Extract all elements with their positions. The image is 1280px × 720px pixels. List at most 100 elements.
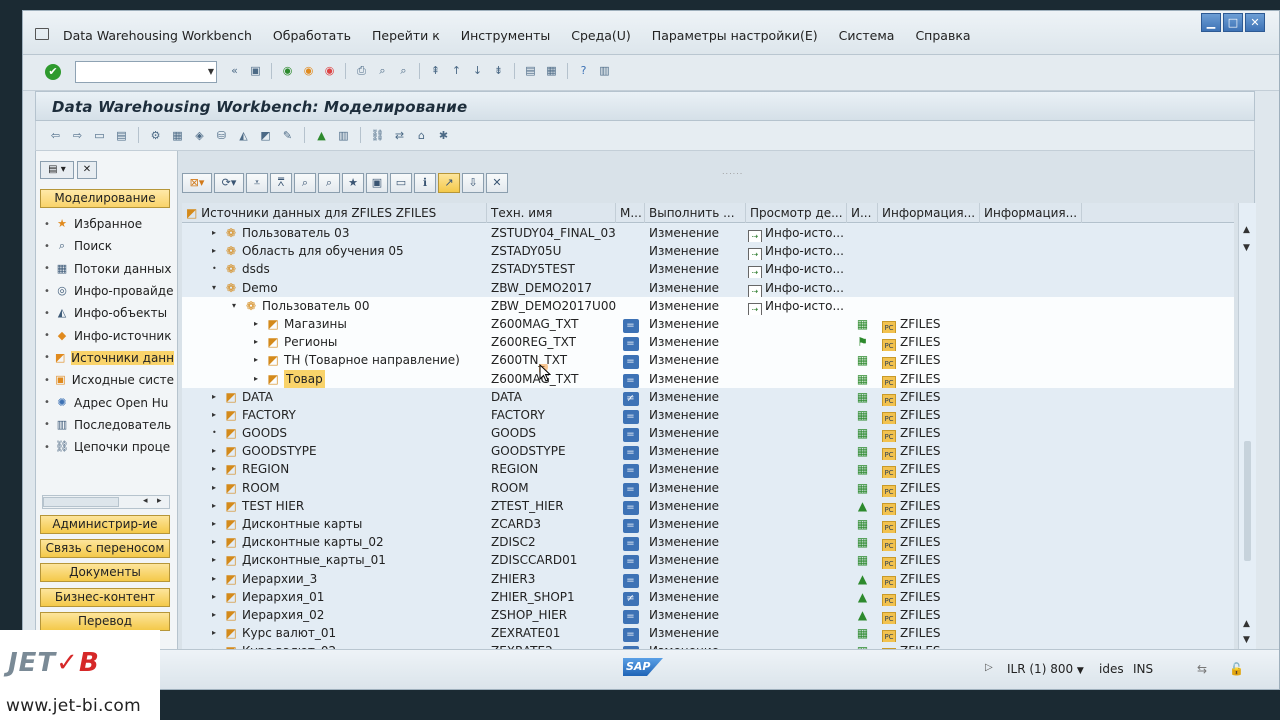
menu-item[interactable]: Система bbox=[839, 28, 895, 43]
active-version-icon[interactable]: = bbox=[622, 355, 639, 370]
window-icon[interactable]: ▭ bbox=[90, 127, 109, 145]
status-layout-icon[interactable]: ⇆ bbox=[1197, 662, 1207, 676]
menu-item[interactable]: Инструменты bbox=[461, 28, 550, 43]
active-version-icon[interactable]: = bbox=[622, 573, 639, 588]
expand-toggle-icon[interactable]: ▸ bbox=[212, 624, 216, 642]
collapse-icon[interactable]: « bbox=[225, 62, 244, 80]
tree-node-cell[interactable]: ▸ ❁ Пользователь 03 bbox=[182, 224, 487, 242]
wizard-icon[interactable]: ✎ bbox=[278, 127, 297, 145]
left-panel-button[interactable]: Документы bbox=[40, 563, 170, 583]
display-data-cell[interactable] bbox=[746, 551, 847, 569]
vertical-scrollbar[interactable]: ▲ ▼ ▲ ▼ bbox=[1238, 203, 1256, 651]
execute-action[interactable]: Изменение bbox=[645, 460, 746, 478]
active-version-icon[interactable]: = bbox=[622, 500, 639, 515]
find-button[interactable]: ⌕ bbox=[294, 173, 316, 193]
table-row[interactable]: ▸ ◩ Товар Z600MAG_TXT = Изменение ▦ PC ZFILES bbox=[182, 369, 1234, 388]
table-row[interactable]: ▸ ◩ Дисконтные_карты_01 ZDISCCARD01 = Изменен… bbox=[182, 551, 1234, 570]
new-session-icon[interactable]: ▤ bbox=[521, 62, 540, 80]
tree-node-cell[interactable]: ▸ ◩ Магазины bbox=[182, 315, 487, 333]
column-header[interactable]: М... bbox=[616, 203, 645, 223]
left-panel-button[interactable]: Перевод bbox=[40, 611, 170, 631]
display-data-cell[interactable] bbox=[746, 370, 847, 388]
table-row[interactable]: ▸ ◩ Регионы Z600REG_TXT = Изменение ⚑ PC ZFILES bbox=[182, 333, 1234, 352]
display-button[interactable]: ▣ bbox=[366, 173, 388, 193]
display-data-cell[interactable] bbox=[746, 424, 847, 442]
table-row[interactable]: ▸ ◩ ТН (Товарное направление) Z600TN_TXT = Из… bbox=[182, 351, 1234, 370]
find-next-button[interactable]: ⌕ bbox=[318, 173, 340, 193]
vertical-scroll-thumb[interactable] bbox=[1244, 441, 1251, 561]
settings-icon[interactable]: ✱ bbox=[434, 127, 453, 145]
execute-action[interactable]: Изменение bbox=[645, 388, 746, 406]
table-row[interactable]: ▸ ◩ Магазины Z600MAG_TXT = Изменение ▦ PC ZFILES bbox=[182, 314, 1234, 334]
info-button[interactable]: ℹ bbox=[414, 173, 436, 193]
nav-item[interactable]: • ⌕ Поиск bbox=[44, 235, 174, 257]
execute-action[interactable]: Изменение bbox=[645, 570, 746, 588]
nav-item[interactable]: • ◆ Инфо-источник bbox=[44, 324, 174, 346]
infoprovider-icon[interactable]: ▦ bbox=[168, 127, 187, 145]
nav-item[interactable]: • ★ Избранное bbox=[44, 213, 174, 235]
tree-node-cell[interactable]: ▸ ◩ ТН (Товарное направление) bbox=[182, 351, 487, 369]
forward-arrow-icon[interactable]: ⇨ bbox=[68, 127, 87, 145]
tree-node-cell[interactable]: ▸ ◩ Дисконтные_карты_01 bbox=[182, 551, 487, 569]
command-dropdown-icon[interactable]: ▼ bbox=[208, 67, 214, 76]
execute-action[interactable]: Изменение bbox=[645, 606, 746, 624]
tree-node-cell[interactable]: ▸ ◩ ROOM bbox=[182, 479, 487, 497]
save-icon[interactable]: ▣ bbox=[246, 62, 265, 80]
expand-toggle-icon[interactable]: ▸ bbox=[212, 442, 216, 460]
expand-toggle-icon[interactable]: ▸ bbox=[254, 333, 258, 351]
execute-action[interactable]: Изменение bbox=[645, 370, 746, 388]
execute-action[interactable]: Изменение bbox=[645, 351, 746, 369]
menu-item[interactable]: Обработать bbox=[273, 28, 351, 43]
tree-node-cell[interactable]: ▸ ◩ Дисконтные карты bbox=[182, 515, 487, 533]
tree-node-cell[interactable]: ▸ ◩ Иерархия_02 bbox=[182, 606, 487, 624]
previous-page-icon[interactable]: ↑ bbox=[447, 62, 466, 80]
execute-action[interactable]: Изменение bbox=[645, 479, 746, 497]
tree-node-cell[interactable]: ▸ ◩ Регионы bbox=[182, 333, 487, 351]
tree-node-cell[interactable]: ▸ ◩ Курс валют_01 bbox=[182, 624, 487, 642]
expand-toggle-icon[interactable]: ▸ bbox=[212, 224, 216, 242]
back-icon[interactable]: ◉ bbox=[278, 62, 297, 80]
active-version-icon[interactable]: = bbox=[622, 446, 639, 461]
display-data-cell[interactable] bbox=[746, 588, 847, 606]
cancel-icon[interactable]: ◉ bbox=[320, 62, 339, 80]
scroll-down-icon[interactable]: ▼ bbox=[1243, 243, 1250, 253]
active-version-icon[interactable]: = bbox=[622, 555, 639, 570]
expand-toggle-icon[interactable]: • bbox=[212, 424, 217, 442]
favorites-button[interactable]: ★ bbox=[342, 173, 364, 193]
nav-item[interactable]: • ▦ Потоки данных bbox=[44, 258, 174, 280]
nav-item[interactable]: • ◭ Инфо-объекты bbox=[44, 302, 174, 324]
column-header[interactable]: Техн. имя bbox=[487, 203, 616, 223]
active-version-icon[interactable]: = bbox=[622, 318, 639, 333]
expand-toggle-icon[interactable]: • bbox=[212, 260, 217, 278]
execute-action[interactable]: Изменение bbox=[645, 333, 746, 351]
tree-node-cell[interactable]: ▸ ◩ Иерархия_01 bbox=[182, 588, 487, 606]
display-data-cell[interactable] bbox=[746, 460, 847, 478]
command-field[interactable]: ▼ bbox=[75, 61, 217, 83]
expand-toggle-icon[interactable]: ▸ bbox=[212, 242, 216, 260]
display-data-cell[interactable]: ⇢ Инфо-исто... bbox=[746, 297, 847, 315]
tree-node-cell[interactable]: ▸ ◩ FACTORY bbox=[182, 406, 487, 424]
tree-node-cell[interactable]: ▸ ◩ TEST HIER bbox=[182, 497, 487, 515]
expand-toggle-icon[interactable]: ▾ bbox=[212, 279, 216, 297]
expand-toggle-icon[interactable]: ▸ bbox=[212, 533, 216, 551]
tree-node-cell[interactable]: • ❁ dsds bbox=[182, 260, 487, 278]
display-data-cell[interactable]: ⇢ Инфо-исто... bbox=[746, 224, 847, 242]
column-header[interactable]: Выполнить ... bbox=[645, 203, 746, 223]
dataflow-icon[interactable]: ⚙ bbox=[146, 127, 165, 145]
left-horizontal-scrollbar[interactable]: ◂ ▸ bbox=[42, 495, 170, 509]
expand-toggle-icon[interactable]: ▸ bbox=[212, 406, 216, 424]
infoobject-icon[interactable]: ◭ bbox=[234, 127, 253, 145]
display-data-cell[interactable] bbox=[746, 479, 847, 497]
active-version-icon[interactable]: = bbox=[622, 373, 639, 388]
transport-icon[interactable]: ⇄ bbox=[390, 127, 409, 145]
expand-toggle-icon[interactable]: ▸ bbox=[254, 351, 258, 369]
system-menu-icon[interactable] bbox=[35, 28, 49, 40]
table-row[interactable]: ▸ ◩ Дисконтные карты ZCARD3 = Изменение ▦ PC ZFI… bbox=[182, 515, 1234, 534]
expand-toggle-icon[interactable]: ▸ bbox=[212, 588, 216, 606]
tree-node-cell[interactable]: ▸ ❁ Область для обучения 05 bbox=[182, 242, 487, 260]
execute-action[interactable]: Изменение bbox=[645, 224, 746, 242]
table-row[interactable]: ▸ ◩ Иерархия_01 ZHIER_SHOP1 ≠ Изменение ▲ PC ZFI… bbox=[182, 587, 1234, 606]
execute-action[interactable]: Изменение bbox=[645, 260, 746, 278]
table-row[interactable]: ▸ ◩ REGION REGION = Изменение ▦ PC ZFILES bbox=[182, 460, 1234, 479]
link-icon[interactable]: ⛓ bbox=[368, 127, 387, 145]
